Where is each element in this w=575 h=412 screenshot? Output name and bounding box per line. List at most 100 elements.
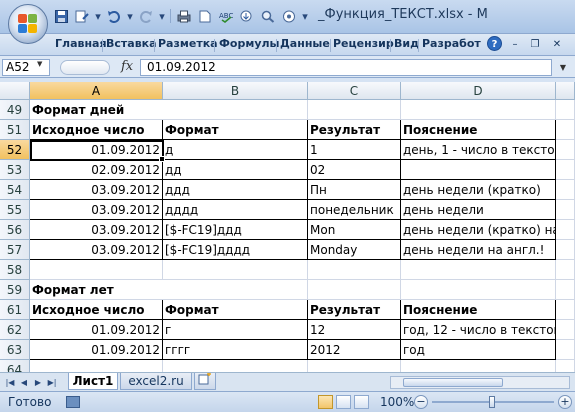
horizontal-scroll-thumb[interactable]	[403, 378, 503, 387]
cell-a[interactable]: 01.09.2012	[30, 320, 163, 340]
cell-e[interactable]	[556, 260, 575, 280]
tab-insert[interactable]: Вставка	[106, 37, 157, 50]
cell-b[interactable]	[163, 360, 308, 372]
row-header[interactable]: 57	[0, 240, 30, 260]
cell-e[interactable]	[556, 100, 575, 120]
cell-c[interactable]: Monday	[308, 240, 401, 260]
undo-icon[interactable]	[105, 8, 123, 25]
minimize-icon[interactable]: –	[508, 38, 522, 51]
macro-record-icon[interactable]	[66, 396, 80, 408]
cell-a[interactable]	[30, 360, 163, 372]
tab-formulas[interactable]: Формулы	[219, 37, 280, 50]
undo-dropdown-icon[interactable]: ▾	[126, 8, 134, 25]
cell-e[interactable]	[556, 200, 575, 220]
horizontal-scrollbar[interactable]	[390, 376, 570, 389]
first-sheet-icon[interactable]: |◀	[4, 376, 16, 389]
row-header[interactable]: 64	[0, 360, 30, 372]
sheet-tab-list1[interactable]: Лист1	[68, 373, 118, 390]
cell-a[interactable]: Исходное число	[30, 300, 163, 320]
cell-c[interactable]: Результат	[308, 120, 401, 140]
tab-data[interactable]: Данные	[280, 37, 330, 50]
row-header[interactable]: 51	[0, 120, 30, 140]
cell-d[interactable]	[401, 280, 556, 300]
cell-c[interactable]	[308, 280, 401, 300]
sheet-tab-excel2[interactable]: excel2.ru	[120, 373, 192, 390]
row-header[interactable]: 63	[0, 340, 30, 360]
next-sheet-icon[interactable]: ▶	[32, 376, 44, 389]
cell-c[interactable]	[308, 360, 401, 372]
cell-a[interactable]: Формат дней	[30, 100, 163, 120]
cell-a[interactable]: 03.09.2012	[30, 220, 163, 240]
cell-e[interactable]	[556, 340, 575, 360]
cell-e[interactable]	[556, 280, 575, 300]
row-header[interactable]: 52	[0, 140, 30, 160]
column-header-a[interactable]: A	[30, 82, 163, 100]
cell-d[interactable]: год, 12 - число в текстов	[401, 320, 556, 340]
cell-b[interactable]: дд	[163, 160, 308, 180]
tab-developer[interactable]: Разработ	[422, 37, 481, 50]
cell-c[interactable]	[308, 260, 401, 280]
spelling-icon[interactable]: ABC	[217, 8, 235, 25]
cell-b[interactable]: ддд	[163, 180, 308, 200]
office-button[interactable]	[8, 4, 48, 44]
cell-e[interactable]	[556, 220, 575, 240]
cell-c[interactable]: 2012	[308, 340, 401, 360]
cell-d[interactable]: Пояснение	[401, 120, 556, 140]
cell-d[interactable]	[401, 260, 556, 280]
row-header[interactable]: 61	[0, 300, 30, 320]
cell-a[interactable]: 03.09.2012	[30, 200, 163, 220]
cell-a[interactable]: 03.09.2012	[30, 240, 163, 260]
tab-view[interactable]: Вид	[394, 37, 419, 50]
close-icon[interactable]: ✕	[550, 38, 564, 51]
cell-d[interactable]	[401, 100, 556, 120]
cell-b[interactable]: [$-FC19]дддд	[163, 240, 308, 260]
help-icon[interactable]: ?	[487, 36, 502, 51]
cell-d[interactable]: Пояснение	[401, 300, 556, 320]
row-header[interactable]: 54	[0, 180, 30, 200]
zoom-slider-thumb[interactable]	[489, 396, 495, 408]
page-layout-view-icon[interactable]	[336, 395, 351, 409]
cell-b[interactable]: [$-FC19]ддд	[163, 220, 308, 240]
row-header[interactable]: 53	[0, 160, 30, 180]
formula-input[interactable]: 01.09.2012	[140, 59, 552, 76]
cell-a[interactable]: Формат лет	[30, 280, 163, 300]
cell-b[interactable]: Формат	[163, 120, 308, 140]
redo-dropdown-icon[interactable]: ▾	[158, 8, 166, 25]
cell-c[interactable]: Результат	[308, 300, 401, 320]
cell-e[interactable]	[556, 360, 575, 372]
zoom-out-icon[interactable]: −	[414, 395, 428, 409]
cell-a[interactable]	[30, 260, 163, 280]
row-header[interactable]: 55	[0, 200, 30, 220]
column-header-c[interactable]: C	[308, 82, 401, 100]
cell-a[interactable]: 01.09.2012	[30, 140, 163, 160]
restore-icon[interactable]: ❐	[528, 38, 542, 51]
name-box[interactable]: A52	[2, 59, 50, 76]
tab-page-layout[interactable]: Разметка	[158, 37, 218, 50]
cell-c[interactable]: 12	[308, 320, 401, 340]
cell-b[interactable]: Формат	[163, 300, 308, 320]
worksheet-grid[interactable]: A B C D 49 Формат дней 51 Исходное число Фор…	[0, 82, 575, 372]
cell-e[interactable]	[556, 180, 575, 200]
cell-d[interactable]: день, 1 - число в текстов	[401, 140, 556, 160]
cell-a[interactable]: Исходное число	[30, 120, 163, 140]
prev-sheet-icon[interactable]: ◀	[18, 376, 30, 389]
name-box-dropdown-icon[interactable]: ▼	[37, 60, 42, 68]
cell-e[interactable]	[556, 300, 575, 320]
normal-view-icon[interactable]	[318, 395, 333, 409]
zoom-icon[interactable]	[259, 8, 277, 25]
cell-e[interactable]	[556, 120, 575, 140]
new-document-icon[interactable]	[196, 8, 214, 25]
cell-b[interactable]	[163, 260, 308, 280]
tab-home[interactable]: Главная	[55, 37, 107, 50]
row-header[interactable]: 56	[0, 220, 30, 240]
cell-d[interactable]	[401, 360, 556, 372]
cell-e[interactable]	[556, 320, 575, 340]
cell-b[interactable]: дддд	[163, 200, 308, 220]
qat-more-icon[interactable]: ▾	[301, 8, 309, 25]
cell-c[interactable]: понедельник	[308, 200, 401, 220]
cell-b[interactable]	[163, 100, 308, 120]
customize-icon[interactable]	[73, 8, 91, 25]
row-header[interactable]: 59	[0, 280, 30, 300]
cell-d[interactable]	[401, 160, 556, 180]
column-header-e[interactable]	[556, 82, 575, 100]
